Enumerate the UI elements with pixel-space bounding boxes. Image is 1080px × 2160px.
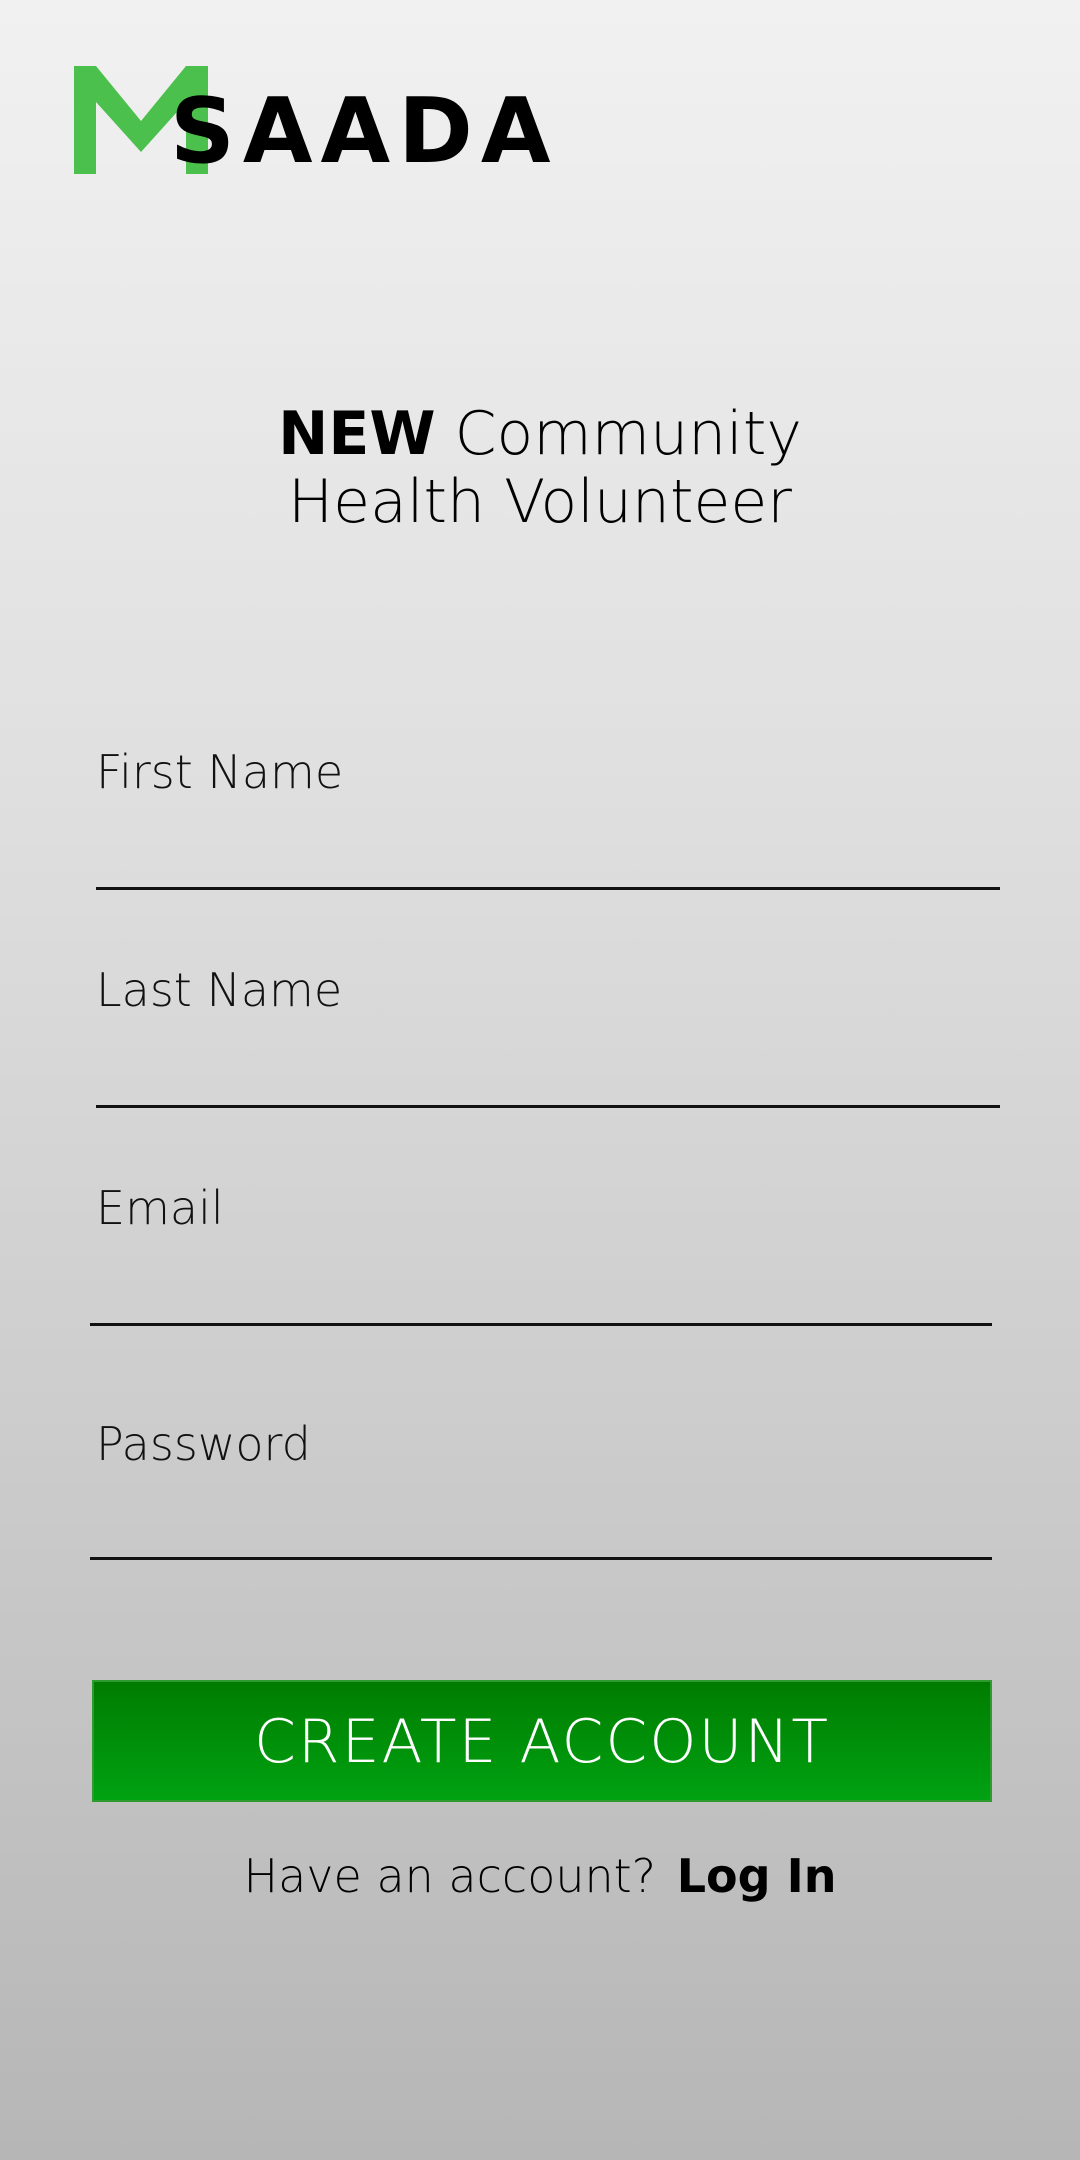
first-name-label: First Name (96, 745, 344, 799)
logo-wordmark: SAADA (170, 79, 559, 184)
first-name-input[interactable] (96, 836, 1000, 890)
email-label: Email (96, 1181, 224, 1235)
last-name-input[interactable] (96, 1054, 1000, 1108)
password-label: Password (96, 1417, 311, 1471)
email-input[interactable] (90, 1272, 992, 1326)
page-title-line-2: Health Volunteer (288, 467, 792, 537)
login-link[interactable]: Log In (677, 1849, 837, 1903)
page-title-line-1: NEW Community (0, 400, 1080, 468)
login-prompt-text: Have an account? (243, 1849, 657, 1903)
page-title-emphasis: NEW (278, 399, 436, 469)
page-title-line-1-rest: Community (454, 399, 802, 469)
login-prompt: Have an account? Log In (0, 1848, 1080, 1904)
create-account-button[interactable]: CREATE ACCOUNT (92, 1680, 992, 1802)
app-logo: SAADA (74, 66, 594, 184)
page-title: NEW Community Health Volunteer (0, 400, 1080, 536)
last-name-label: Last Name (96, 963, 343, 1017)
password-input[interactable] (90, 1506, 992, 1560)
